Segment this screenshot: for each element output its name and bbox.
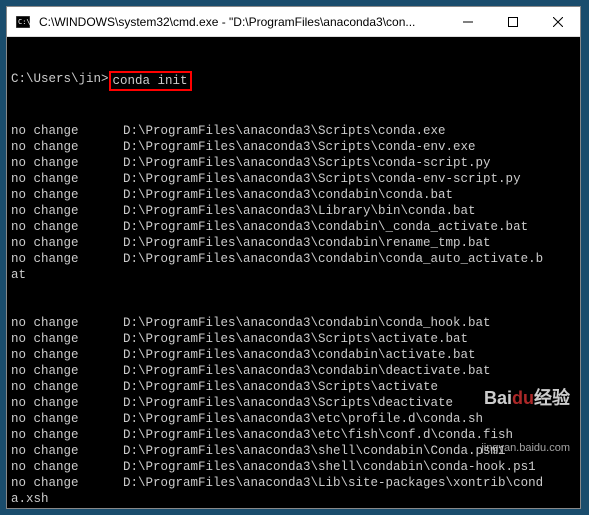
status-text: no change	[11, 347, 123, 363]
output-row: no changeD:\ProgramFiles\anaconda3\conda…	[11, 315, 576, 331]
path-text: D:\ProgramFiles\anaconda3\shell\condabin…	[123, 459, 536, 475]
path-text: D:\ProgramFiles\anaconda3\shell\condabin…	[123, 443, 506, 459]
status-text: no change	[11, 395, 123, 411]
status-text: no change	[11, 459, 123, 475]
minimize-button[interactable]	[445, 7, 490, 36]
path-text: D:\ProgramFiles\anaconda3\Scripts\conda-…	[123, 155, 491, 171]
path-text: D:\ProgramFiles\anaconda3\condabin\deact…	[123, 363, 491, 379]
prompt-path: C:\Users\jin>	[11, 71, 109, 91]
output-row: no changeD:\ProgramFiles\anaconda3\Scrip…	[11, 139, 576, 155]
path-text: D:\ProgramFiles\anaconda3\etc\fish\conf.…	[123, 427, 513, 443]
watermark-url: jingyan.baidu.com	[481, 440, 570, 456]
watermark-suffix: 经验	[534, 388, 570, 408]
status-text: no change	[11, 187, 123, 203]
path-text: D:\ProgramFiles\anaconda3\Scripts\activa…	[123, 331, 468, 347]
status-text: no change	[11, 171, 123, 187]
output-row: no changeD:\ProgramFiles\anaconda3\Scrip…	[11, 155, 576, 171]
cmd-icon: C:\	[15, 14, 31, 30]
output-row: no changeD:\ProgramFiles\anaconda3\conda…	[11, 219, 576, 235]
wrapped-text: a.xsh	[11, 491, 576, 507]
path-text: D:\ProgramFiles\anaconda3\condabin\_cond…	[123, 219, 528, 235]
path-text: D:\ProgramFiles\anaconda3\etc\profile.d\…	[123, 411, 483, 427]
path-text: D:\ProgramFiles\anaconda3\condabin\conda…	[123, 251, 543, 267]
window-controls	[445, 7, 580, 36]
path-text: D:\ProgramFiles\anaconda3\Scripts\conda-…	[123, 139, 476, 155]
prompt-line: C:\Users\jin>conda init	[11, 71, 576, 91]
watermark-brand: Baidu经验	[481, 390, 570, 406]
output-row: no changeD:\ProgramFiles\anaconda3\Libra…	[11, 203, 576, 219]
status-text: no change	[11, 155, 123, 171]
status-text: no change	[11, 443, 123, 459]
output-row: no changeD:\ProgramFiles\anaconda3\Scrip…	[11, 171, 576, 187]
maximize-button[interactable]	[490, 7, 535, 36]
window-title: C:\WINDOWS\system32\cmd.exe - "D:\Progra…	[39, 15, 445, 29]
output-row: no changeD:\ProgramFiles\anaconda3\conda…	[11, 235, 576, 251]
output-row: no changeD:\ProgramFiles\anaconda3\Scrip…	[11, 331, 576, 347]
output-row: no changeD:\ProgramFiles\anaconda3\conda…	[11, 251, 576, 267]
status-text: no change	[11, 251, 123, 267]
watermark-bai: Bai	[484, 388, 512, 408]
status-text: no change	[11, 363, 123, 379]
status-text: no change	[11, 379, 123, 395]
status-text: no change	[11, 123, 123, 139]
status-text: no change	[11, 427, 123, 443]
status-text: no change	[11, 411, 123, 427]
status-text: no change	[11, 203, 123, 219]
status-text: no change	[11, 219, 123, 235]
status-text: no change	[11, 475, 123, 491]
path-text: D:\ProgramFiles\anaconda3\Scripts\conda.…	[123, 123, 446, 139]
status-text: no change	[11, 315, 123, 331]
path-text: D:\ProgramFiles\anaconda3\condabin\renam…	[123, 235, 491, 251]
path-text: D:\ProgramFiles\anaconda3\condabin\conda…	[123, 315, 491, 331]
path-text: D:\ProgramFiles\anaconda3\Scripts\activa…	[123, 379, 438, 395]
status-text: no change	[11, 139, 123, 155]
path-text: D:\ProgramFiles\anaconda3\Scripts\deacti…	[123, 395, 453, 411]
wrapped-text: at	[11, 267, 576, 283]
cmd-window: C:\ C:\WINDOWS\system32\cmd.exe - "D:\Pr…	[6, 6, 581, 509]
command-highlight: conda init	[109, 71, 192, 91]
watermark-du: du	[512, 388, 534, 408]
path-text: D:\ProgramFiles\anaconda3\condabin\activ…	[123, 347, 476, 363]
path-text: D:\ProgramFiles\anaconda3\Scripts\conda-…	[123, 171, 521, 187]
path-text: D:\ProgramFiles\anaconda3\Lib\site-packa…	[123, 475, 543, 491]
path-text: D:\ProgramFiles\anaconda3\condabin\conda…	[123, 187, 453, 203]
watermark: Baidu经验 jingyan.baidu.com	[481, 358, 570, 488]
status-text: no change	[11, 235, 123, 251]
titlebar: C:\ C:\WINDOWS\system32\cmd.exe - "D:\Pr…	[7, 7, 580, 37]
terminal-output[interactable]: C:\Users\jin>conda init no changeD:\Prog…	[7, 37, 580, 508]
close-button[interactable]	[535, 7, 580, 36]
output-row: no changeD:\ProgramFiles\anaconda3\conda…	[11, 187, 576, 203]
output-row: no changeD:\ProgramFiles\anaconda3\Scrip…	[11, 123, 576, 139]
svg-text:C:\: C:\	[18, 18, 30, 26]
status-text: no change	[11, 331, 123, 347]
path-text: D:\ProgramFiles\anaconda3\Library\bin\co…	[123, 203, 476, 219]
